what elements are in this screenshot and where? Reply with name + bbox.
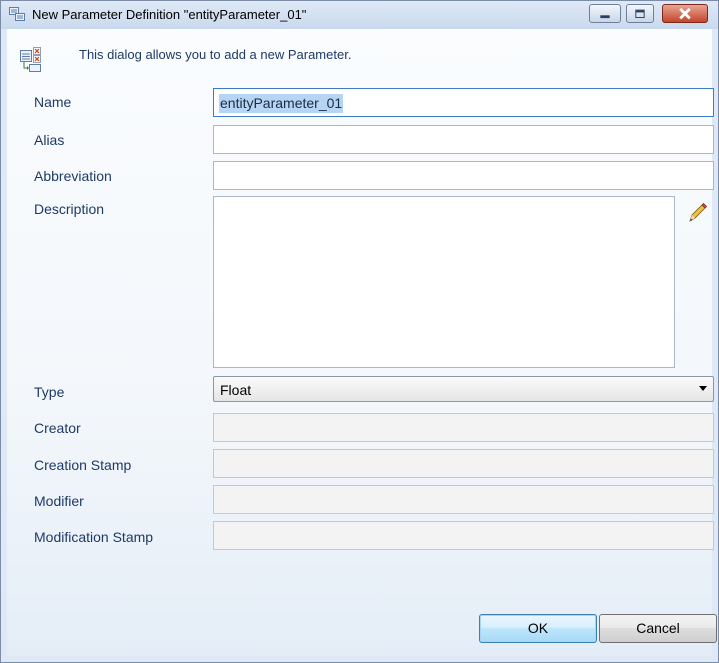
name-label: Name: [34, 94, 72, 110]
creation-stamp-label: Creation Stamp: [34, 457, 132, 473]
window-title: New Parameter Definition "entityParamete…: [32, 7, 307, 22]
modifier-field: [213, 485, 714, 514]
close-icon: [679, 7, 691, 20]
abbreviation-field[interactable]: [213, 161, 714, 190]
cancel-button[interactable]: Cancel: [599, 614, 717, 643]
maximize-icon: [635, 9, 645, 18]
type-label: Type: [34, 384, 65, 400]
creator-field: [213, 413, 714, 442]
dialog-description: This dialog allows you to add a new Para…: [79, 47, 352, 62]
creation-stamp-field: [213, 449, 714, 478]
dialog-window: New Parameter Definition "entityParamete…: [0, 0, 719, 663]
pencil-icon[interactable]: [686, 202, 708, 224]
abbreviation-label: Abbreviation: [34, 168, 112, 184]
title-bar[interactable]: New Parameter Definition "entityParamete…: [1, 1, 718, 29]
modifier-label: Modifier: [34, 493, 84, 509]
alias-field[interactable]: [213, 125, 714, 154]
minimize-button[interactable]: [589, 4, 621, 23]
type-select[interactable]: Float: [213, 376, 714, 402]
minimize-icon: [600, 15, 610, 19]
alias-label: Alias: [34, 132, 65, 148]
parameter-checklist-icon: [20, 47, 41, 72]
description-field[interactable]: [213, 196, 675, 368]
close-button[interactable]: [662, 4, 708, 23]
type-select-value: Float: [220, 382, 252, 398]
modification-stamp-label: Modification Stamp: [34, 529, 154, 545]
modification-stamp-field: [213, 521, 714, 550]
maximize-button[interactable]: [626, 4, 654, 23]
description-label: Description: [34, 201, 105, 217]
creator-label: Creator: [34, 420, 81, 436]
parameter-definition-icon: [9, 7, 25, 21]
chevron-down-icon: [699, 386, 707, 391]
ok-button[interactable]: OK: [479, 614, 597, 643]
name-field-value: entityParameter_01: [219, 94, 344, 113]
